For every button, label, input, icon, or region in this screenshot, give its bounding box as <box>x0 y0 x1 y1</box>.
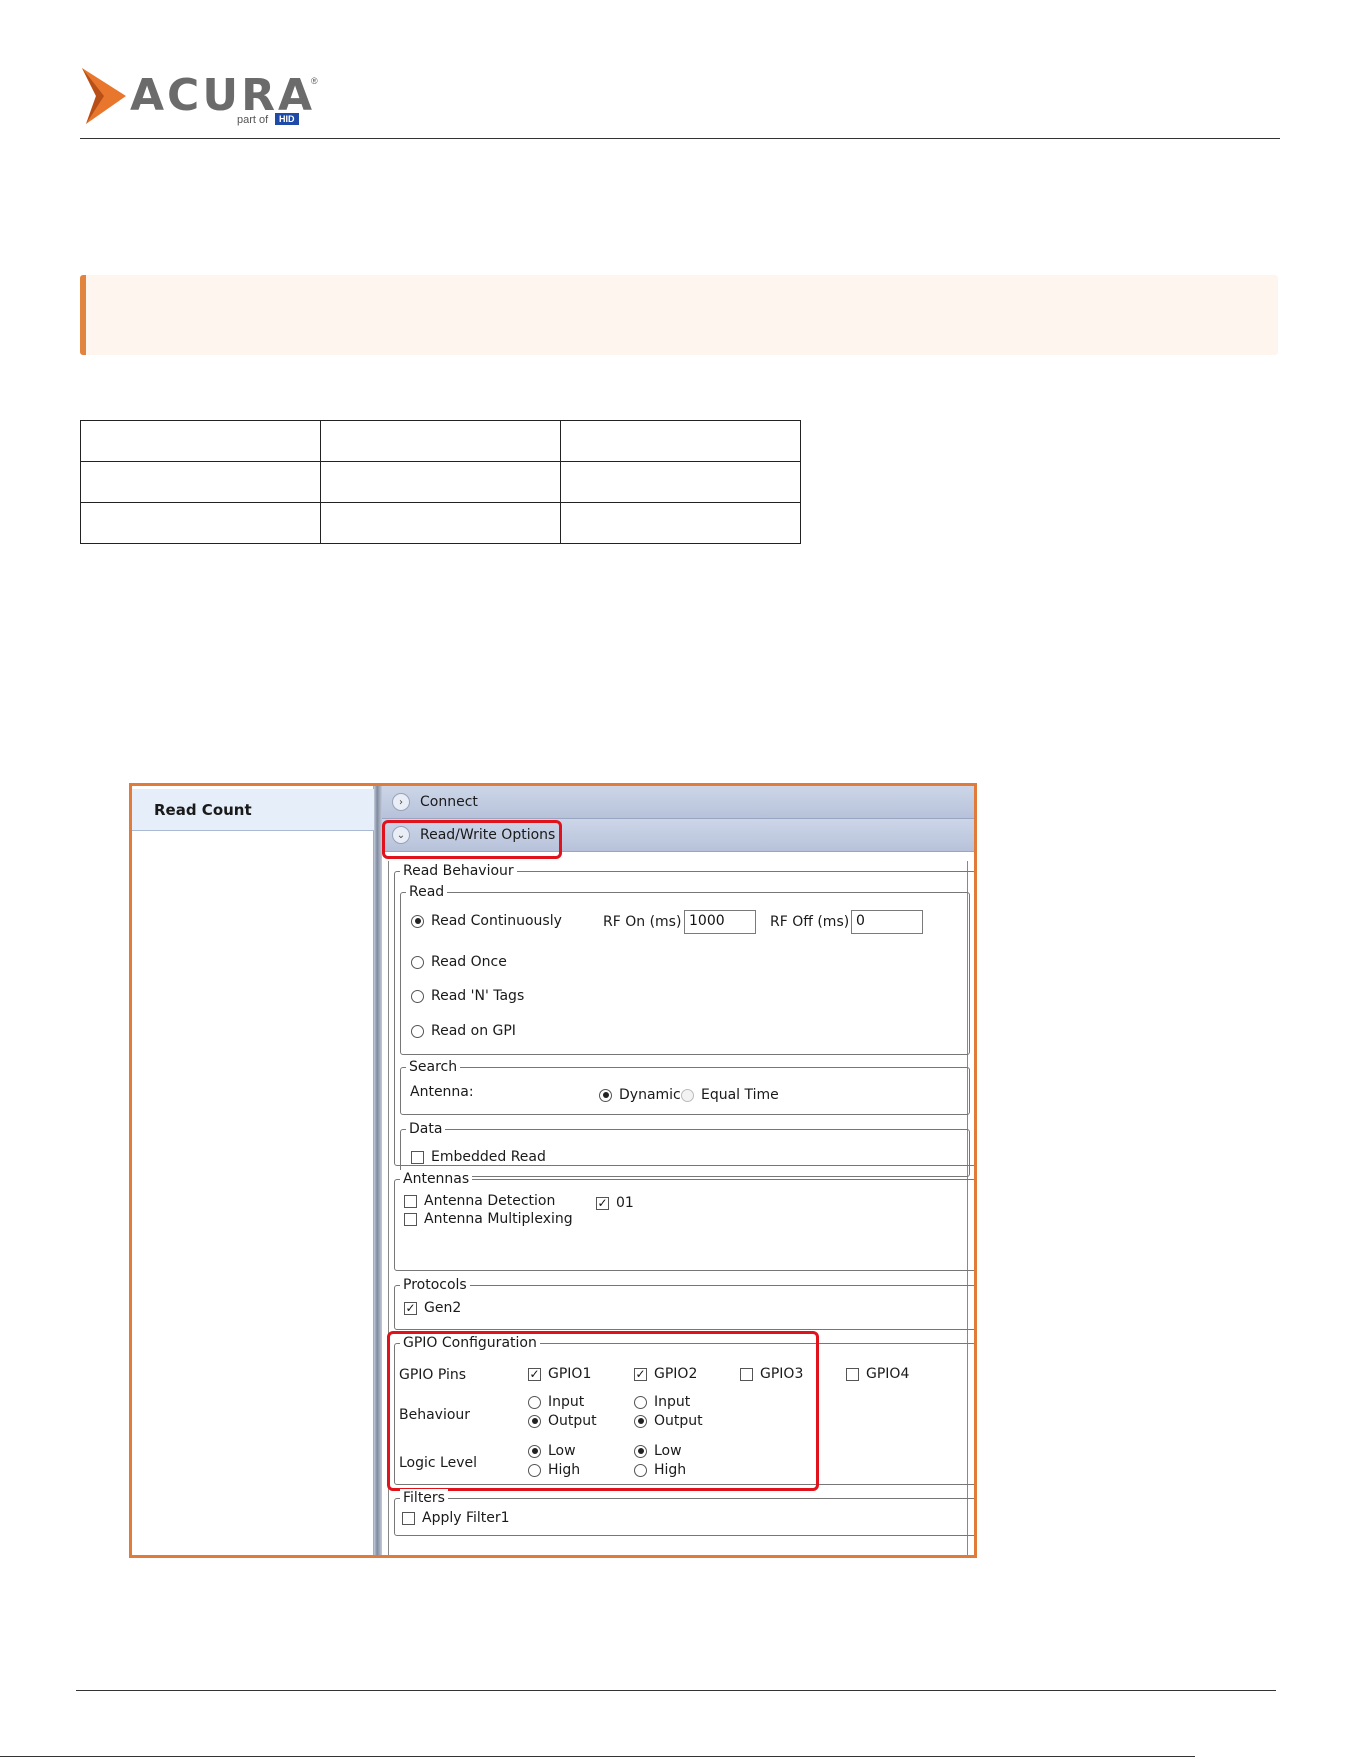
checkbox-unchecked-icon <box>404 1212 417 1226</box>
radio-read-once[interactable]: Read Once <box>411 954 507 970</box>
radio-unselected-icon <box>411 989 424 1003</box>
app-screenshot: Read Count › Connect ⌄ Read/Write Option… <box>129 783 977 1558</box>
empty-table <box>80 420 801 544</box>
group-protocols-title: Protocols <box>400 1276 470 1294</box>
accordion-connect[interactable]: › Connect <box>382 786 974 819</box>
radio-selected-icon <box>599 1088 612 1102</box>
checkbox-apply-filter1[interactable]: Apply Filter1 <box>402 1510 510 1526</box>
radio-read-continuously[interactable]: Read Continuously <box>411 913 562 929</box>
group-antennas-title: Antennas <box>400 1170 473 1188</box>
table-cell <box>320 502 561 544</box>
checkbox-label: Gen2 <box>424 1300 462 1316</box>
checkbox-unchecked-icon <box>402 1511 415 1525</box>
table-cell <box>560 420 801 462</box>
logo-registered-mark: ® <box>311 76 318 86</box>
radio-equal-time[interactable]: Equal Time <box>681 1087 779 1103</box>
group-protocols: Protocols ✓ Gen2 <box>394 1276 974 1330</box>
table-row <box>80 502 801 544</box>
accordion-connect-label: Connect <box>420 794 478 810</box>
checkbox-antenna-multiplexing[interactable]: Antenna Multiplexing <box>404 1211 573 1227</box>
checkbox-label: Embedded Read <box>431 1149 546 1165</box>
radio-label: Equal Time <box>701 1087 779 1103</box>
table-cell <box>320 461 561 503</box>
rf-off-label: RF Off (ms) <box>770 914 850 930</box>
logo-arrow-icon <box>82 68 126 124</box>
company-logo: ACURA ® part of HID <box>82 68 322 130</box>
checkbox-unchecked-icon <box>411 1150 424 1164</box>
checkbox-antenna-detection[interactable]: Antenna Detection <box>404 1193 555 1209</box>
checkbox-checked-icon: ✓ <box>404 1300 417 1315</box>
sidebar-item-read-count[interactable]: Read Count <box>132 789 374 831</box>
group-filters-title: Filters <box>400 1489 448 1507</box>
checkbox-label: Antenna Detection <box>424 1193 556 1209</box>
radio-unselected-icon <box>411 955 424 969</box>
logo-part-of: part of <box>237 114 269 126</box>
checkbox-checked-icon: ✓ <box>596 1195 609 1210</box>
header-rule <box>80 138 1280 139</box>
group-data: Data Embedded Read <box>400 1120 970 1177</box>
radio-read-on-gpi[interactable]: Read on GPI <box>411 1023 516 1039</box>
checkbox-gpio4[interactable]: GPIO4 <box>846 1366 909 1382</box>
sidebar: Read Count <box>132 786 374 1555</box>
checkbox-embedded-read[interactable]: Embedded Read <box>411 1149 546 1165</box>
checkbox-unchecked-icon <box>404 1194 417 1208</box>
splitter-handle[interactable] <box>374 786 382 1555</box>
radio-disabled-icon <box>681 1088 694 1102</box>
table-row <box>80 461 801 503</box>
main-panel: › Connect ⌄ Read/Write Options Read Beha… <box>382 786 974 1555</box>
table-cell <box>80 420 321 462</box>
bottom-rule <box>0 1756 1195 1757</box>
rf-on-label: RF On (ms) <box>603 914 682 930</box>
checkbox-label: GPIO4 <box>866 1366 910 1382</box>
group-read-title: Read <box>406 883 448 901</box>
note-callout <box>80 275 1278 355</box>
logo-hid-badge: HID <box>275 113 299 125</box>
checkbox-unchecked-icon <box>846 1367 859 1381</box>
antenna-search-label: Antenna: <box>410 1084 474 1100</box>
radio-selected-icon <box>411 914 424 928</box>
radio-label: Dynamic <box>619 1087 681 1103</box>
checkbox-gen2[interactable]: ✓ Gen2 <box>404 1300 461 1316</box>
table-cell <box>560 461 801 503</box>
rf-on-input[interactable]: 1000 <box>684 910 756 934</box>
checkbox-label: Antenna Multiplexing <box>424 1211 573 1227</box>
footer-rule <box>76 1690 1276 1691</box>
checkbox-label: Apply Filter1 <box>422 1510 510 1526</box>
group-read-behaviour-title: Read Behaviour <box>400 862 517 880</box>
checkbox-antenna-01[interactable]: ✓ 01 <box>596 1195 634 1211</box>
chevron-right-icon: › <box>392 793 410 811</box>
radio-label: Read Continuously <box>431 913 562 929</box>
table-cell <box>320 420 561 462</box>
radio-label: Read Once <box>431 954 507 970</box>
radio-label: Read on GPI <box>431 1023 516 1039</box>
group-data-title: Data <box>406 1120 446 1138</box>
rf-off-input[interactable]: 0 <box>851 910 923 934</box>
options-content: Read Behaviour Read Read Continuously RF… <box>387 861 974 1555</box>
highlight-gpio-configuration <box>387 1331 819 1491</box>
table-row <box>80 420 801 462</box>
group-antennas: Antennas Antenna Detection Antenna Multi… <box>394 1170 974 1271</box>
group-filters: Filters Apply Filter1 <box>394 1489 974 1536</box>
table-cell <box>560 502 801 544</box>
group-search-title: Search <box>406 1058 461 1076</box>
radio-unselected-icon <box>411 1024 424 1038</box>
radio-label: Read 'N' Tags <box>431 988 525 1004</box>
radio-dynamic[interactable]: Dynamic <box>599 1087 681 1103</box>
table-cell <box>80 502 321 544</box>
radio-read-n-tags[interactable]: Read 'N' Tags <box>411 988 524 1004</box>
highlight-read-write-options <box>382 820 562 859</box>
checkbox-label: 01 <box>616 1195 634 1211</box>
table-cell <box>80 461 321 503</box>
group-read: Read Read Continuously RF On (ms) 1000 R… <box>400 883 970 1055</box>
group-search: Search Antenna: Dynamic Equal Time <box>400 1058 970 1115</box>
group-read-behaviour: Read Behaviour Read Read Continuously RF… <box>394 862 974 1177</box>
